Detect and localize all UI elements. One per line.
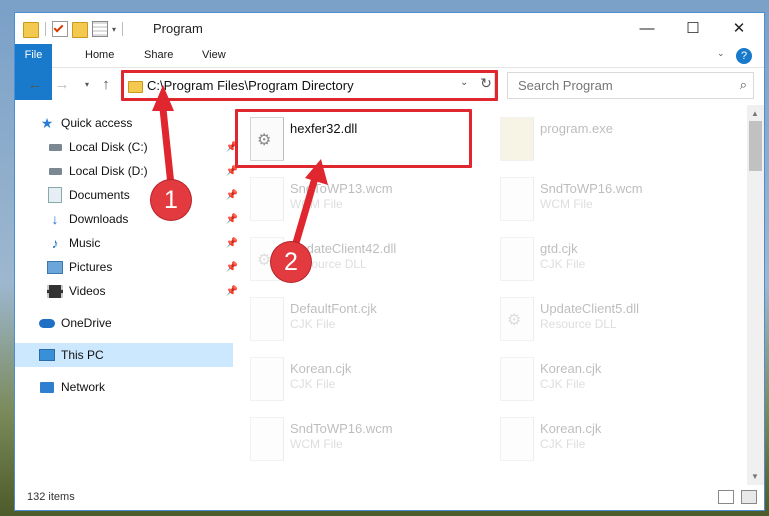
- step-2-badge: 2: [271, 242, 311, 282]
- file-explorer-window: ▾ Program — ☐ ✕ File Home Share View ? ⌄…: [15, 13, 764, 510]
- step-1-badge: 1: [151, 180, 191, 220]
- arrow-1-head: [152, 85, 174, 111]
- annotation-arrows: [152, 85, 328, 254]
- arrow-1-shaft: [159, 108, 175, 186]
